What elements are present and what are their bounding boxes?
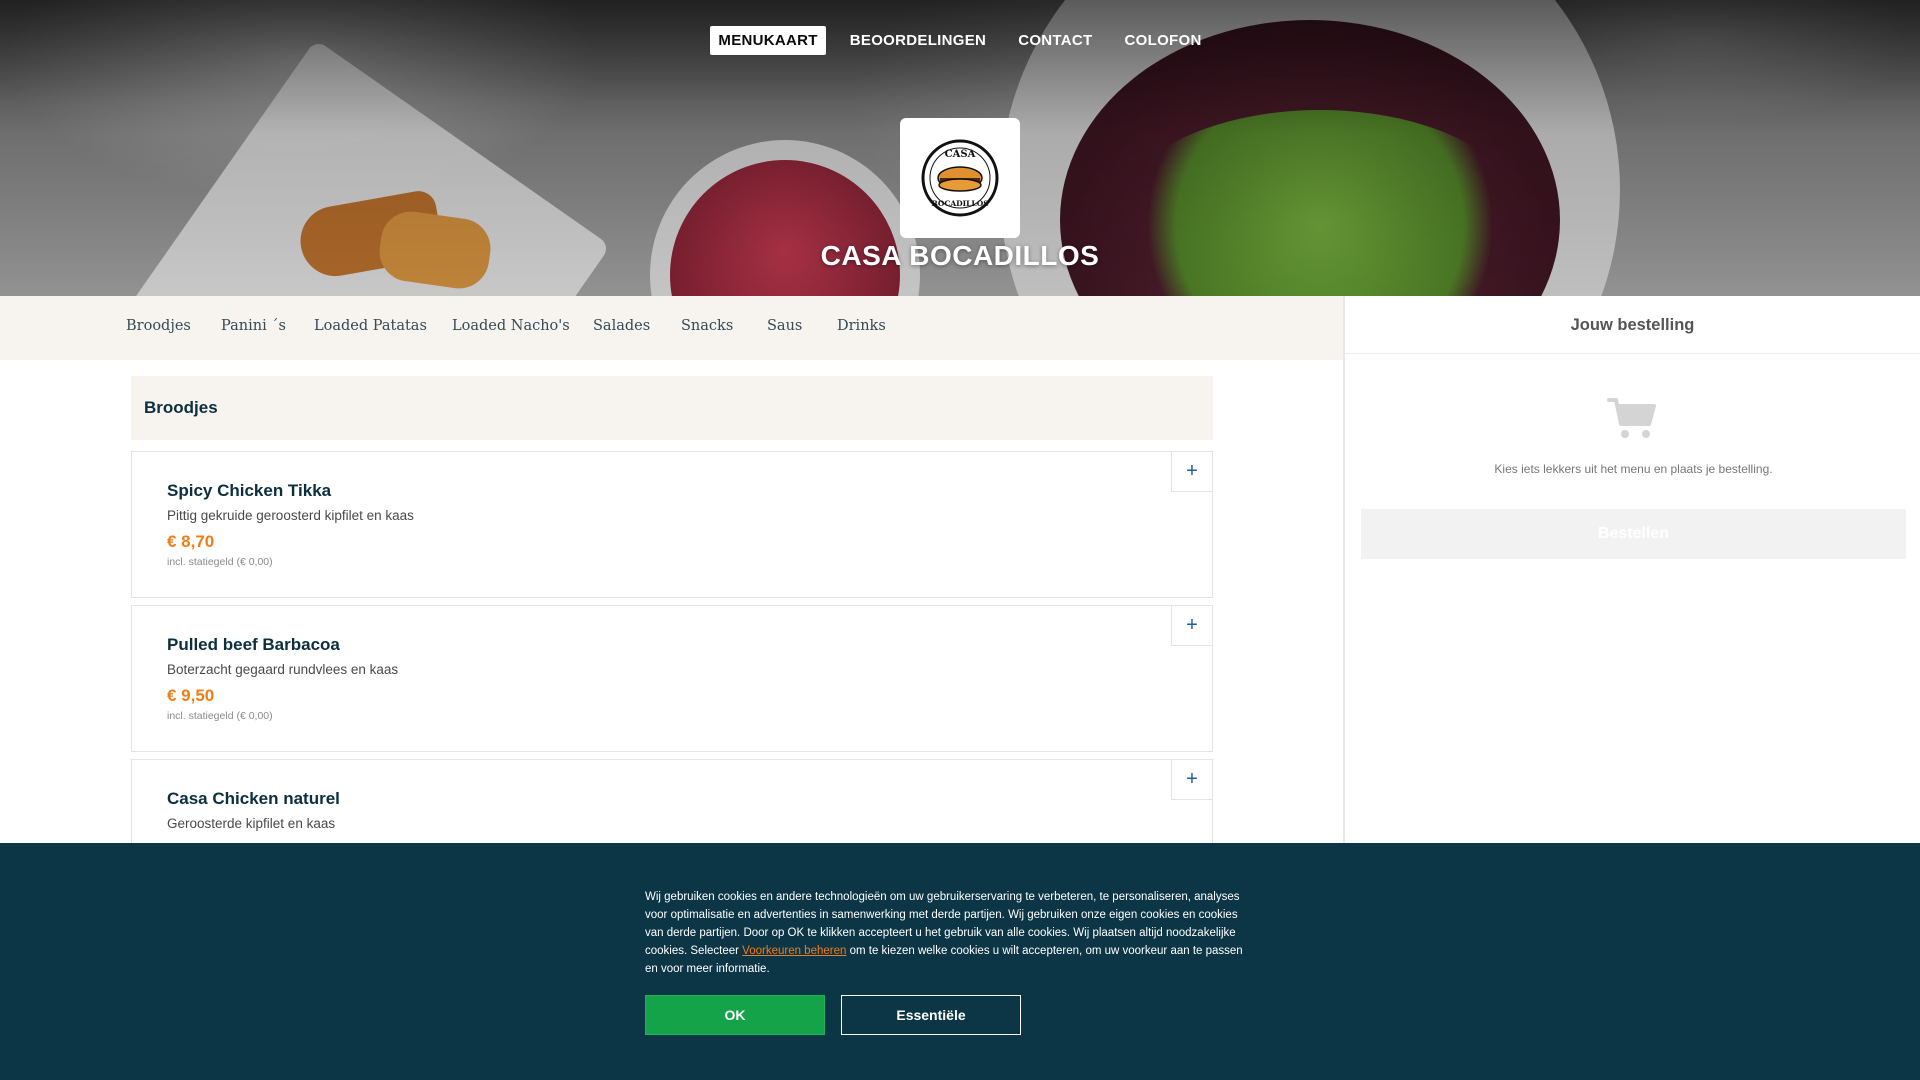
- section-header: Broodjes: [131, 376, 1213, 440]
- category-loaded-nachos[interactable]: Loaded Nacho's: [452, 318, 570, 334]
- section-title: Broodjes: [144, 398, 218, 417]
- category-broodjes[interactable]: Broodjes: [126, 318, 191, 334]
- plus-icon: +: [1186, 768, 1198, 790]
- menu-item-price: € 8,70: [167, 532, 215, 551]
- category-paninis[interactable]: Panini ´s: [221, 318, 286, 334]
- cookie-preferences-link[interactable]: Voorkeuren beheren: [742, 945, 846, 957]
- menu-item[interactable]: Pulled beef Barbacoa Boterzacht gegaard …: [131, 605, 1213, 752]
- category-loaded-patatas[interactable]: Loaded Patatas: [314, 318, 427, 334]
- top-navigation: MENUKAART BEOORDELINGEN CONTACT COLOFON: [0, 26, 1920, 55]
- menu-item-description: Pittig gekruide geroosterd kipfilet en k…: [167, 508, 414, 523]
- nav-beoordelingen[interactable]: BEOORDELINGEN: [842, 26, 994, 55]
- nav-colofon[interactable]: COLOFON: [1117, 26, 1210, 55]
- menu-item[interactable]: Spicy Chicken Tikka Pittig gekruide gero…: [131, 451, 1213, 598]
- logo-sandwich-icon: CASA BOCADILLOS: [921, 139, 999, 217]
- menu-item-name: Spicy Chicken Tikka: [167, 481, 332, 500]
- category-drinks[interactable]: Drinks: [837, 318, 886, 334]
- plus-icon: +: [1186, 460, 1198, 482]
- category-bar: Broodjes Panini ´s Loaded Patatas Loaded…: [0, 296, 1343, 360]
- restaurant-logo: CASA BOCADILLOS: [900, 118, 1020, 238]
- category-snacks[interactable]: Snacks: [681, 318, 733, 334]
- logo-text-top: CASA: [945, 149, 976, 160]
- restaurant-name: CASA BOCADILLOS: [820, 240, 1100, 271]
- nav-menukaart[interactable]: MENUKAART: [710, 26, 826, 55]
- cart-icon: [1607, 398, 1656, 438]
- cookie-ok-button[interactable]: OK: [645, 995, 825, 1035]
- hero-banner: MENUKAART BEOORDELINGEN CONTACT COLOFON …: [0, 0, 1920, 296]
- nav-contact[interactable]: CONTACT: [1010, 26, 1100, 55]
- plus-icon: +: [1186, 614, 1198, 636]
- menu-item-description: Boterzacht gegaard rundvlees en kaas: [167, 662, 399, 677]
- add-item-button[interactable]: +: [1171, 760, 1212, 800]
- cookie-essential-button[interactable]: Essentiële: [841, 995, 1021, 1035]
- order-title: Jouw bestelling: [1345, 296, 1920, 354]
- order-button[interactable]: Bestellen: [1361, 509, 1906, 559]
- menu-item-name: Casa Chicken naturel: [167, 789, 340, 808]
- logo-text-bottom: BOCADILLOS: [931, 199, 988, 208]
- category-salades[interactable]: Salades: [593, 318, 650, 334]
- menu-item-price: € 9,50: [167, 686, 215, 705]
- cookie-banner: Wij gebruiken cookies en andere technolo…: [0, 843, 1920, 1080]
- menu-item-name: Pulled beef Barbacoa: [167, 635, 340, 654]
- add-item-button[interactable]: +: [1171, 452, 1212, 492]
- order-empty-message: Kies iets lekkers uit het menu en plaats…: [1494, 462, 1773, 476]
- cookie-text: Wij gebruiken cookies en andere technolo…: [645, 888, 1255, 978]
- menu-item-description: Geroosterde kipfilet en kaas: [167, 816, 336, 831]
- category-saus[interactable]: Saus: [767, 318, 802, 334]
- menu-item-deposit: incl. statiegeld (€ 0,00): [167, 556, 273, 568]
- add-item-button[interactable]: +: [1171, 606, 1212, 646]
- menu-item-deposit: incl. statiegeld (€ 0,00): [167, 710, 273, 722]
